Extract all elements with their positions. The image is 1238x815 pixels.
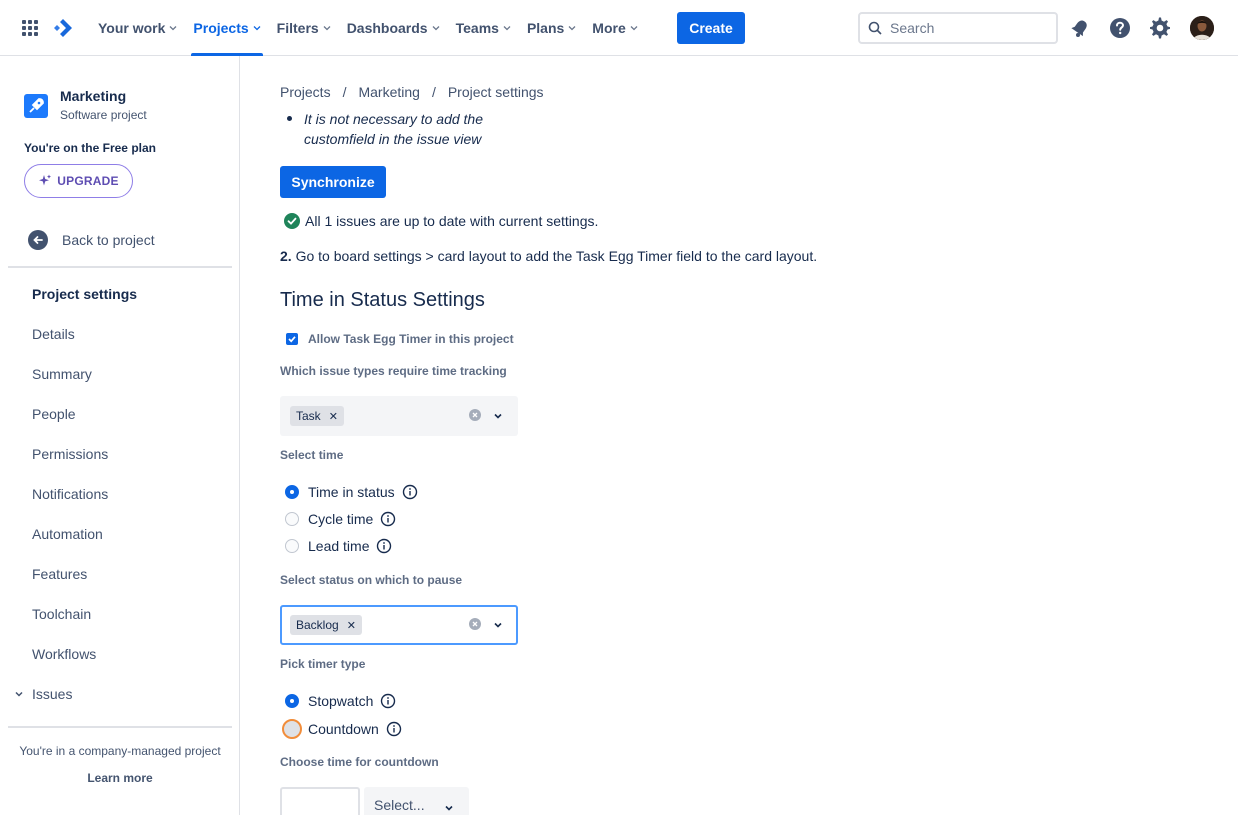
chevron-down-icon <box>432 26 440 31</box>
chevron-down-icon <box>445 805 453 811</box>
chevron-down-icon <box>323 26 331 31</box>
upgrade-button[interactable]: UPGRADE <box>24 164 133 198</box>
chevron-down-icon <box>169 26 177 31</box>
chevron-down-icon <box>630 26 638 31</box>
breadcrumb: Projects / Marketing / Project settings <box>280 84 544 100</box>
breadcrumb-separator: / <box>342 84 347 100</box>
remove-tag-icon[interactable]: ✕ <box>347 619 356 632</box>
breadcrumb-project-settings[interactable]: Project settings <box>448 84 544 100</box>
chevron-down-icon <box>253 26 261 31</box>
breadcrumb-projects[interactable]: Projects <box>280 84 331 100</box>
synchronize-button[interactable]: Synchronize <box>280 166 386 198</box>
sparkle-icon <box>39 174 52 186</box>
status-tag: Backlog ✕ <box>290 615 362 635</box>
radio-button[interactable] <box>285 694 299 708</box>
app-switcher-icon[interactable] <box>22 20 38 36</box>
breadcrumb-marketing[interactable]: Marketing <box>358 84 419 100</box>
clear-icon[interactable] <box>469 409 481 421</box>
issue-types-label: Which issue types require time tracking <box>280 364 507 378</box>
sidebar-item-issues[interactable]: Issues <box>14 686 72 702</box>
sidebar-item-toolchain[interactable]: Toolchain <box>32 606 91 622</box>
chevron-down-icon <box>568 26 576 31</box>
sidebar-heading: Project settings <box>32 286 138 302</box>
select-time-label: Select time <box>280 448 344 462</box>
project-rocket-icon <box>24 94 48 118</box>
project-type: Software project <box>60 108 147 122</box>
search-box[interactable] <box>858 12 1058 44</box>
section-title: Time in Status Settings <box>280 289 485 311</box>
info-icon[interactable] <box>402 484 418 500</box>
countdown-value-input[interactable] <box>280 787 360 815</box>
check-circle-icon <box>284 213 300 229</box>
chevron-down-icon <box>15 691 23 697</box>
nav-your-work[interactable]: Your work <box>90 0 185 56</box>
nav-teams[interactable]: Teams <box>448 0 519 56</box>
top-navigation: Your work Projects Filters Dashboards Te… <box>0 0 1238 56</box>
issue-types-select[interactable]: Task ✕ <box>280 396 518 436</box>
checkbox-checked-icon[interactable] <box>286 333 298 345</box>
sidebar-item-automation[interactable]: Automation <box>32 526 103 542</box>
timer-type-label: Pick timer type <box>280 657 366 671</box>
project-sidebar: Marketing Software project You're on the… <box>0 56 240 815</box>
company-managed-text: You're in a company-managed project <box>19 744 221 758</box>
notifications-icon[interactable] <box>1068 16 1092 40</box>
radio-lead-time[interactable]: Lead time <box>285 538 392 554</box>
allow-task-egg-timer-checkbox[interactable]: Allow Task Egg Timer in this project <box>286 332 514 346</box>
customfield-note: It is not necessary to add the customfie… <box>287 109 524 149</box>
sidebar-item-people[interactable]: People <box>32 406 76 422</box>
radio-button[interactable] <box>285 512 299 526</box>
create-button[interactable]: Create <box>677 12 745 44</box>
primary-nav: Your work Projects Filters Dashboards Te… <box>90 0 646 56</box>
help-icon[interactable] <box>1108 16 1132 40</box>
sidebar-item-details[interactable]: Details <box>32 326 75 342</box>
info-icon[interactable] <box>376 538 392 554</box>
step-2-instructions: 2. Go to board settings > card layout to… <box>280 248 818 264</box>
radio-stopwatch[interactable]: Stopwatch <box>285 693 396 709</box>
arrow-left-icon <box>28 230 48 250</box>
nav-more[interactable]: More <box>584 0 645 56</box>
remove-tag-icon[interactable]: ✕ <box>329 410 338 423</box>
sidebar-item-summary[interactable]: Summary <box>32 366 92 382</box>
plan-text: You're on the Free plan <box>24 141 156 155</box>
chevron-down-icon[interactable] <box>492 410 504 422</box>
nav-dashboards[interactable]: Dashboards <box>339 0 448 56</box>
learn-more-link[interactable]: Learn more <box>0 771 240 785</box>
pause-status-label: Select status on which to pause <box>280 573 463 587</box>
radio-countdown[interactable]: Countdown <box>282 719 402 739</box>
radio-button[interactable] <box>285 485 299 499</box>
chevron-down-icon[interactable] <box>492 619 504 631</box>
radio-button[interactable] <box>285 539 299 553</box>
back-to-project-link[interactable]: Back to project <box>28 230 155 250</box>
chevron-down-icon <box>503 26 511 31</box>
radio-time-in-status[interactable]: Time in status <box>285 484 418 500</box>
jira-logo-icon[interactable] <box>52 17 74 39</box>
sync-status: All 1 issues are up to date with current… <box>284 213 598 229</box>
info-icon[interactable] <box>380 693 396 709</box>
radio-button[interactable] <box>282 719 302 739</box>
radio-cycle-time[interactable]: Cycle time <box>285 511 396 527</box>
nav-filters[interactable]: Filters <box>269 0 339 56</box>
clear-icon[interactable] <box>469 618 481 630</box>
search-icon <box>868 21 882 35</box>
countdown-unit-select[interactable]: Select... <box>364 787 469 815</box>
sidebar-item-workflows[interactable]: Workflows <box>32 646 96 662</box>
sidebar-item-features[interactable]: Features <box>32 566 87 582</box>
settings-icon[interactable] <box>1148 16 1172 40</box>
info-icon[interactable] <box>386 721 402 737</box>
nav-plans[interactable]: Plans <box>519 0 584 56</box>
nav-projects[interactable]: Projects <box>185 0 268 56</box>
search-input[interactable] <box>890 20 1040 36</box>
sidebar-item-permissions[interactable]: Permissions <box>32 446 108 462</box>
breadcrumb-separator: / <box>431 84 436 100</box>
sidebar-divider <box>8 726 232 728</box>
sidebar-divider <box>8 266 232 268</box>
countdown-label: Choose time for countdown <box>280 755 439 769</box>
avatar-image <box>1190 16 1214 40</box>
user-avatar[interactable] <box>1190 16 1214 40</box>
sidebar-item-notifications[interactable]: Notifications <box>32 486 108 502</box>
info-icon[interactable] <box>380 511 396 527</box>
pause-status-select[interactable]: Backlog ✕ <box>280 605 518 645</box>
project-name[interactable]: Marketing <box>60 88 126 104</box>
issue-type-tag: Task ✕ <box>290 406 344 426</box>
